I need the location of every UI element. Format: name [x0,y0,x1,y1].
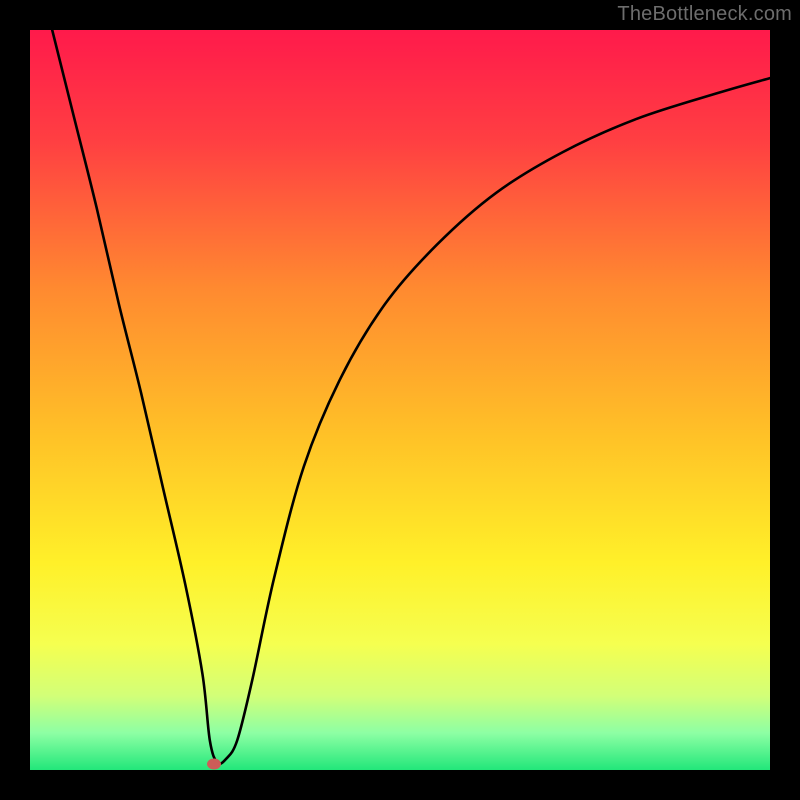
chart-frame: TheBottleneck.com [0,0,800,800]
plot-area [30,30,770,770]
optimum-marker-icon [207,759,221,770]
bottleneck-curve [30,30,770,770]
watermark-text: TheBottleneck.com [617,3,792,26]
